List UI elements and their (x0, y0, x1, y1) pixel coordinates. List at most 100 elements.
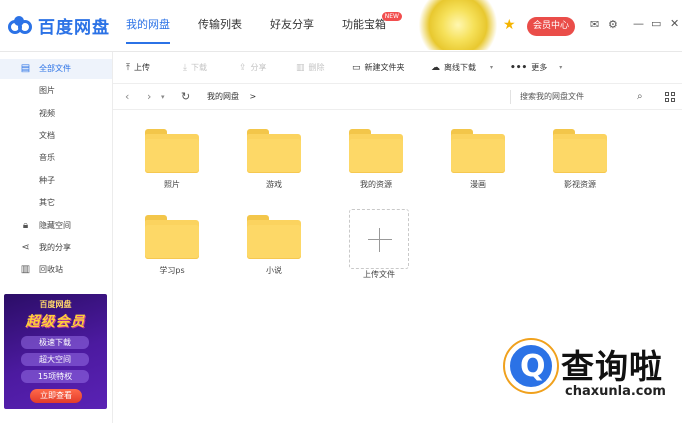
maximize-icon[interactable]: ▭ (651, 17, 661, 30)
folder-icon (349, 129, 403, 173)
vip-center-button[interactable]: 会员中心 (527, 17, 575, 36)
lock-icon: 🔒︎ (22, 220, 29, 231)
folder-icon (247, 215, 301, 259)
more-label: 更多 (531, 63, 548, 72)
star-icon: ★ (503, 17, 516, 33)
folder-name: 漫画 (470, 180, 486, 189)
folder-icon (145, 129, 199, 173)
sidebar-item-all-files[interactable]: ▤ 全部文件 (0, 59, 112, 79)
sidebar-item-images[interactable]: 图片 (0, 81, 112, 101)
download-button[interactable]: ⤓ 下载 (183, 52, 207, 84)
sidebar-item-documents[interactable]: 文档 (0, 126, 112, 146)
new-folder-icon: ▭ (352, 63, 361, 73)
download-icon: ⤓ (183, 63, 187, 73)
new-badge: NEW (381, 12, 402, 21)
banner-tag: 超大空间 (21, 353, 89, 366)
folder-name: 学习ps (159, 266, 185, 275)
watermark-url: chaxunla.com (565, 384, 666, 399)
more-icon: ••• (510, 63, 528, 73)
trash-icon: ▥ (296, 63, 305, 73)
settings-icon[interactable]: ⚙ (608, 18, 618, 31)
super-vip-banner[interactable]: 百度网盘 超级会员 极速下载 超大空间 15项特权 立即查看 (4, 294, 107, 409)
folder-name: 我的资源 (360, 180, 392, 189)
sidebar-item-other[interactable]: 其它 (0, 193, 112, 213)
breadcrumb-item-my-drive[interactable]: 我的网盘 (207, 92, 239, 101)
tab-my-drive[interactable]: 我的网盘 (126, 0, 170, 52)
tab-feature-box[interactable]: 功能宝箱 NEW (342, 0, 402, 52)
sidebar-item-label: 视频 (39, 109, 55, 118)
upload-button[interactable]: ⤒ 上传 (126, 52, 150, 84)
folder-item[interactable]: 照片 (127, 119, 217, 193)
sidebar-item-label: 文档 (39, 131, 55, 140)
delete-label: 删除 (308, 63, 325, 72)
folder-item[interactable]: 游戏 (229, 119, 319, 193)
folder-icon (553, 129, 607, 173)
plus-icon (349, 209, 409, 269)
sidebar-item-recycle-bin[interactable]: ▥ 回收站 (0, 260, 112, 280)
top-bar: 百度网盘 我的网盘 传输列表 好友分享 功能宝箱 NEW ★ 会员中心 ✉ ⚙ … (0, 0, 682, 52)
back-icon[interactable]: ‹ (125, 84, 129, 110)
folder-item[interactable]: 我的资源 (331, 119, 421, 193)
sidebar-item-torrents[interactable]: 种子 (0, 171, 112, 191)
sidebar-item-label: 我的分享 (39, 243, 71, 252)
upload-file-label: 上传文件 (363, 270, 395, 279)
promo-sparkle-image[interactable] (412, 0, 504, 50)
sidebar-item-hidden-space[interactable]: 🔒︎ 隐藏空间 (0, 216, 112, 236)
logo-text: 百度网盘 (38, 18, 110, 38)
new-folder-button[interactable]: ▭ 新建文件夹 (352, 52, 405, 84)
tab-transfer-list[interactable]: 传输列表 (198, 0, 242, 52)
divider (510, 90, 511, 104)
sidebar-item-videos[interactable]: 视频 (0, 104, 112, 124)
mail-icon[interactable]: ✉ (590, 18, 599, 31)
more-button[interactable]: ••• 更多 ▾ (510, 52, 566, 84)
offline-download-button[interactable]: ☁ 离线下载 ▾ (431, 52, 497, 84)
forward-icon[interactable]: › (147, 84, 151, 110)
breadcrumb[interactable]: 我的网盘 > (207, 84, 256, 110)
sidebar-item-label: 图片 (39, 86, 55, 95)
close-icon[interactable]: ✕ (670, 17, 679, 30)
document-icon: ▤ (20, 63, 31, 74)
breadcrumb-separator: > (249, 92, 257, 101)
minimize-icon[interactable]: — (633, 17, 644, 30)
sidebar-item-label: 回收站 (39, 265, 63, 274)
chevron-down-icon: ▾ (490, 64, 494, 71)
banner-title: 超级会员 (25, 314, 86, 330)
folder-item[interactable]: 漫画 (433, 119, 523, 193)
search-input[interactable]: 搜索我的网盘文件 (520, 84, 584, 110)
grid-view-icon[interactable] (665, 92, 675, 102)
chevron-down-icon: ▾ (559, 64, 563, 71)
history-chevron-down-icon[interactable]: ▾ (161, 84, 165, 110)
cloud-logo-icon (8, 15, 34, 36)
watermark-text: 查询啦 (561, 347, 663, 386)
sidebar-item-label: 音乐 (39, 153, 55, 162)
folder-icon (451, 129, 505, 173)
sidebar-item-label: 全部文件 (39, 64, 71, 73)
folder-item[interactable]: 影视资源 (535, 119, 625, 193)
folder-name: 小说 (266, 266, 282, 275)
trash-icon: ▥ (20, 264, 31, 275)
folder-icon (247, 129, 301, 173)
tab-friend-share[interactable]: 好友分享 (270, 0, 314, 52)
folder-icon (145, 215, 199, 259)
sidebar-item-my-shares[interactable]: ⋖ 我的分享 (0, 238, 112, 258)
sidebar-item-label: 种子 (39, 176, 55, 185)
banner-view-now-button[interactable]: 立即查看 (30, 389, 82, 403)
delete-button[interactable]: ▥ 删除 (296, 52, 325, 84)
folder-name: 游戏 (266, 180, 282, 189)
search-icon[interactable]: ⌕ (637, 84, 643, 110)
folder-item[interactable]: 小说 (229, 205, 319, 279)
sidebar-item-music[interactable]: 音乐 (0, 148, 112, 168)
upload-file-tile[interactable]: 上传文件 (325, 209, 415, 283)
share-button[interactable]: ⇪ 分享 (239, 52, 267, 84)
banner-tag: 15项特权 (21, 370, 89, 383)
tab-feature-box-label: 功能宝箱 (342, 18, 386, 31)
banner-tag: 极速下载 (21, 336, 89, 349)
upload-label: 上传 (133, 63, 150, 72)
app-logo[interactable]: 百度网盘 (8, 13, 110, 38)
refresh-icon[interactable]: ↻ (181, 84, 190, 110)
folder-item[interactable]: 学习ps (127, 205, 217, 279)
folder-name: 影视资源 (564, 180, 596, 189)
banner-brand: 百度网盘 (39, 300, 72, 309)
folder-name: 照片 (164, 180, 180, 189)
address-bar: ‹ › ▾ ↻ 我的网盘 > 搜索我的网盘文件 ⌕ (113, 84, 682, 110)
